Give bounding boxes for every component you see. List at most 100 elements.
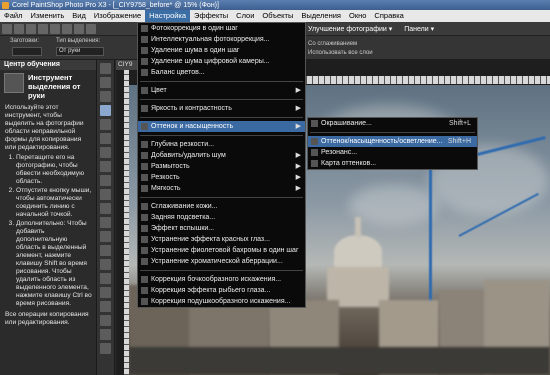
menu-entry-icon: [141, 47, 148, 54]
menu-entry[interactable]: Цвет ▶: [138, 85, 305, 96]
menu-entry[interactable]: Резкость ▶: [138, 172, 305, 183]
menu-entry[interactable]: Размытость ▶: [138, 161, 305, 172]
menu-item[interactable]: Выделения: [297, 10, 345, 22]
menu-entry-label: Удаление шума в один шаг: [151, 47, 240, 54]
menu-entry[interactable]: Устранение фиолетовой бахромы в один шаг: [138, 245, 305, 256]
selection-type-dropdown[interactable]: От руки: [56, 47, 104, 56]
menu-entry[interactable]: Окрашивание... Shift+L: [308, 118, 477, 129]
menu-item[interactable]: Вид: [68, 10, 90, 22]
menu-separator: [140, 270, 303, 271]
menu-entry[interactable]: Эффект вспышки...: [138, 223, 305, 234]
zoom-tool-icon[interactable]: [100, 77, 111, 88]
menu-entry-label: Коррекция бочкообразного искажения...: [151, 276, 282, 283]
menu-entry-label: Задняя подсветка...: [151, 214, 216, 221]
menu-separator: [140, 99, 303, 100]
menu-entry-icon: [141, 258, 148, 265]
menu-entry-icon: [311, 149, 318, 156]
menu-entry-label: Добавить/удалить шум: [151, 152, 226, 159]
menu-entry[interactable]: Мягкость ▶: [138, 183, 305, 194]
use-all-layers-label: Использовать все слои: [308, 50, 373, 56]
menu-entry-icon: [141, 174, 148, 181]
menu-entry[interactable]: Удаление шума цифровой камеры...: [138, 56, 305, 67]
redo-icon[interactable]: [62, 23, 72, 34]
menu-item[interactable]: Изменить: [26, 10, 68, 22]
menu-entry-label: Цвет: [151, 87, 167, 94]
menu-item[interactable]: Объекты: [258, 10, 297, 22]
menu-item[interactable]: Изображение: [90, 10, 145, 22]
scratch-remover-icon[interactable]: [100, 203, 111, 214]
text-tool-icon[interactable]: [100, 287, 111, 298]
menu-item[interactable]: Слои: [232, 10, 258, 22]
menu-entry[interactable]: Устранение хроматической аберрации...: [138, 256, 305, 267]
menu-entry[interactable]: Устранение эффекта красных глаз...: [138, 234, 305, 245]
flood-fill-icon[interactable]: [100, 273, 111, 284]
selection-type-label: Тип выделения:: [56, 38, 101, 44]
paint-brush-icon[interactable]: [100, 217, 111, 228]
menu-entry-icon: [141, 203, 148, 210]
red-eye-tool-icon[interactable]: [100, 161, 111, 172]
pick-tool-icon[interactable]: [100, 91, 111, 102]
enhance-photo-dropdown[interactable]: Улучшение фотографии ▾: [302, 25, 398, 33]
menu-entry[interactable]: Баланс цветов...: [138, 67, 305, 78]
freehand-selection-tool-icon[interactable]: [100, 105, 111, 116]
menu-entry-label: Окрашивание...: [321, 120, 372, 127]
menu-entry[interactable]: Оттенок и насыщенность ▶: [138, 121, 305, 132]
menu-shortcut: Shift+H: [447, 138, 471, 145]
eraser-icon[interactable]: [100, 259, 111, 270]
clone-tool-icon[interactable]: [100, 189, 111, 200]
pen-tool-icon[interactable]: [100, 315, 111, 326]
menu-entry-icon: [141, 36, 148, 43]
presets-dropdown[interactable]: [12, 47, 42, 56]
save-icon[interactable]: [26, 23, 36, 34]
menu-entry[interactable]: Глубина резкости...: [138, 139, 305, 150]
menu-entry[interactable]: Карта оттенков...: [308, 158, 477, 169]
menu-entry-icon: [141, 141, 148, 148]
menu-entry-icon: [141, 236, 148, 243]
menu-entry-label: Яркость и контрастность: [151, 105, 232, 112]
menu-entry-label: Резкость: [151, 174, 180, 181]
pan-tool-icon[interactable]: [100, 63, 111, 74]
new-file-icon[interactable]: [2, 23, 12, 34]
menu-entry[interactable]: Резонанс...: [308, 147, 477, 158]
straighten-tool-icon[interactable]: [100, 147, 111, 158]
menu-entry[interactable]: Сглаживание кожи...: [138, 201, 305, 212]
dropper-tool-icon[interactable]: [100, 119, 111, 130]
zoom-icon[interactable]: [74, 23, 84, 34]
step-item: Перетащите его на фотографию, чтобы обве…: [16, 154, 92, 186]
shape-tool-icon[interactable]: [100, 301, 111, 312]
crop-tool-icon[interactable]: [100, 133, 111, 144]
step-item: Дополнительно: Чтобы добавить дополнител…: [16, 220, 92, 308]
menu-entry-icon: [311, 138, 318, 145]
fit-icon[interactable]: [86, 23, 96, 34]
horizontal-ruler: [300, 76, 550, 84]
menu-entry[interactable]: Яркость и контрастность ▶: [138, 103, 305, 114]
menu-item[interactable]: Справка: [370, 10, 407, 22]
submenu-arrow-icon: ▶: [295, 87, 301, 94]
menu-entry-label: Коррекция эффекта рыбьего глаза...: [151, 287, 271, 294]
palettes-dropdown[interactable]: Панели ▾: [398, 25, 440, 33]
menu-entry[interactable]: Задняя подсветка...: [138, 212, 305, 223]
lighten-darken-icon[interactable]: [100, 245, 111, 256]
print-icon[interactable]: [38, 23, 48, 34]
menu-entry[interactable]: Коррекция подушкообразного искажения...: [138, 296, 305, 307]
undo-icon[interactable]: [50, 23, 60, 34]
open-file-icon[interactable]: [14, 23, 24, 34]
airbrush-icon[interactable]: [100, 231, 111, 242]
warp-brush-icon[interactable]: [100, 329, 111, 340]
menu-entry[interactable]: Коррекция эффекта рыбьего глаза...: [138, 285, 305, 296]
menu-entry[interactable]: Интеллектуальная фотокоррекция...: [138, 34, 305, 45]
menu-item[interactable]: Файл: [0, 10, 26, 22]
menu-entry[interactable]: Оттенок/насыщенность/осветление... Shift+…: [308, 136, 477, 147]
menu-entry[interactable]: Удаление шума в один шаг: [138, 45, 305, 56]
menu-item[interactable]: Эффекты: [190, 10, 232, 22]
menu-entry[interactable]: Добавить/удалить шум ▶: [138, 150, 305, 161]
menu-entry-icon: [141, 25, 148, 32]
app-icon: [2, 1, 9, 9]
menu-item[interactable]: Окно: [345, 10, 370, 22]
makeover-tool-icon[interactable]: [100, 175, 111, 186]
menu-entry[interactable]: Фотокоррекция в один шаг: [138, 23, 305, 34]
menu-entry-label: Удаление шума цифровой камеры...: [151, 58, 270, 65]
mesh-warp-icon[interactable]: [100, 343, 111, 354]
menu-item[interactable]: Настройка: [145, 10, 191, 22]
menu-entry[interactable]: Коррекция бочкообразного искажения...: [138, 274, 305, 285]
